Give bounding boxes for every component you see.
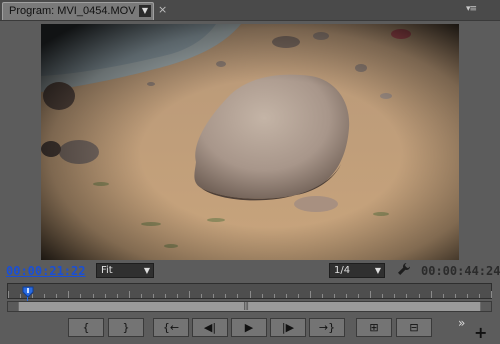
ruler-tick [189,291,190,298]
zoom-level-value: Fit [101,265,113,276]
ruler-tick [44,294,45,298]
close-icon[interactable]: × [158,3,167,16]
go-to-in-button[interactable]: {← [153,318,189,337]
mark-in-button[interactable]: { [68,318,104,337]
extract-button[interactable]: ⊟ [396,318,432,337]
playhead-icon[interactable] [22,286,34,298]
mark-out-icon: } [122,321,130,334]
lift-button[interactable]: ⊞ [356,318,392,337]
go-to-in-icon: {← [162,321,180,334]
ruler-tick [322,294,323,298]
ruler-tick [105,294,106,298]
ruler-tick [479,294,480,298]
ruler-tick [298,294,299,298]
ruler-tick [455,294,456,298]
ruler-tick [419,294,420,298]
duration-timecode: 00:00:44:24 [421,264,500,278]
ruler-tick [153,294,154,298]
ruler-tick [382,294,383,298]
step-forward-button[interactable]: |▶ [270,318,306,337]
ruler-tick [286,294,287,298]
video-frame [41,24,459,260]
play-button[interactable]: ▶ [231,318,267,337]
ruler-tick [129,291,130,298]
ruler-tick [262,294,263,298]
scroll-right-handle[interactable] [481,302,491,311]
wrench-icon[interactable] [397,262,411,280]
extract-icon: ⊟ [409,321,419,334]
ruler-tick [225,294,226,298]
tab-title: Program: MVI_0454.MOV [9,5,136,17]
ruler-tick [467,294,468,298]
ruler-tick [358,294,359,298]
ruler-tick [56,294,57,298]
ruler-tick [201,294,202,298]
ruler-tick [68,291,69,298]
go-to-out-button[interactable]: →} [309,318,345,337]
go-to-out-icon: →} [318,321,336,334]
ruler-tick [406,294,407,298]
ruler-tick [310,291,311,298]
ruler-tick [491,291,492,298]
ruler-tick [177,294,178,298]
time-ruler[interactable] [7,283,492,299]
ruler-tick [80,294,81,298]
lift-icon: ⊞ [369,321,379,334]
panel-menu-icon[interactable]: ▾≡ [466,4,477,14]
mark-in-icon: { [82,321,90,334]
ruler-tick [334,294,335,298]
resolution-value: 1/4 [334,265,351,276]
chevron-down-icon: ▼ [374,266,381,275]
more-controls-icon[interactable]: » [458,316,465,330]
ruler-tick [165,294,166,298]
scroll-left-handle[interactable] [8,302,18,311]
current-timecode[interactable]: 00:00:21:22 [6,264,85,278]
scroll-thumb[interactable] [19,302,480,311]
playback-resolution-select[interactable]: 1/4 ▼ [329,263,385,278]
step-back-icon: ◀| [203,321,217,334]
ruler-tick [8,291,9,298]
ruler-tick [141,294,142,298]
zoom-level-select[interactable]: Fit ▼ [96,263,154,278]
ruler-tick [394,294,395,298]
mark-out-button[interactable]: } [108,318,144,337]
ruler-tick [93,294,94,298]
ruler-tick [250,291,251,298]
chevron-down-icon: ▼ [143,266,150,275]
button-editor-add-icon[interactable]: + [474,323,487,342]
step-back-button[interactable]: ◀| [192,318,228,337]
vignette-overlay [41,24,459,260]
chevron-down-icon[interactable]: ▼ [139,5,151,17]
ruler-tick [237,294,238,298]
grip-icon: ||| [243,301,249,310]
ruler-tick [346,294,347,298]
ruler-tick [274,294,275,298]
ruler-tick [213,294,214,298]
ruler-tick [443,294,444,298]
play-icon: ▶ [244,321,254,334]
ruler-tick [370,291,371,298]
step-forward-icon: |▶ [281,321,295,334]
program-monitor-tab[interactable]: Program: MVI_0454.MOV ▼ [2,2,154,20]
ruler-tick [117,294,118,298]
ruler-tick [431,291,432,298]
